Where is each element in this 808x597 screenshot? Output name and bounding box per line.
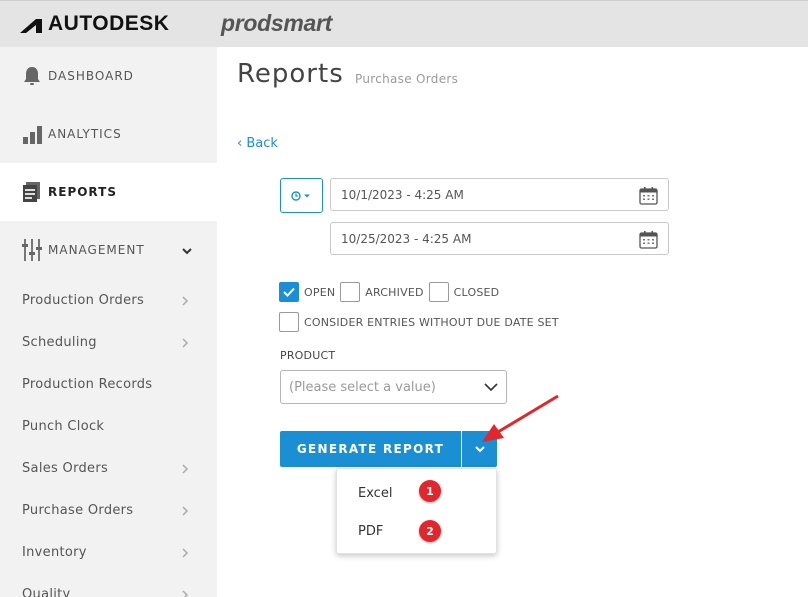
closed-label: CLOSED [453, 285, 500, 299]
chevron-right-icon [182, 296, 189, 306]
sidebar-item-sales-orders[interactable]: Sales Orders [0, 447, 217, 489]
page-title: Reports [237, 59, 344, 89]
export-format-menu: Excel PDF [336, 468, 497, 554]
sidebar-item-production-records[interactable]: Production Records [0, 363, 217, 405]
sidebar-item-reports[interactable]: REPORTS [0, 163, 217, 221]
chevron-right-icon [182, 506, 189, 516]
clock-icon [290, 190, 310, 201]
sidebar-item-label: REPORTS [48, 185, 117, 199]
sidebar-item-production-orders[interactable]: Production Orders [0, 279, 217, 321]
sidebar-item-label: DASHBOARD [48, 69, 134, 83]
archived-label: ARCHIVED [365, 285, 424, 299]
menu-item-pdf[interactable]: PDF [358, 524, 383, 539]
due-date-filter-row: CONSIDER ENTRIES WITHOUT DUE DATE SET [279, 312, 564, 332]
sidebar-item-analytics[interactable]: ANALYTICS [0, 105, 217, 163]
sidebar-item-label: ANALYTICS [48, 127, 122, 141]
report-icon [22, 181, 42, 203]
sidebar-item-inventory[interactable]: Inventory [0, 531, 217, 573]
sidebar-item-label: Punch Clock [22, 418, 105, 434]
time-preset-button[interactable] [280, 178, 323, 213]
sidebar-item-label: Sales Orders [22, 460, 109, 476]
chevron-right-icon [182, 590, 189, 597]
sidebar-item-management[interactable]: MANAGEMENT [0, 221, 217, 279]
date-to-field[interactable]: 10/25/2023 - 4:25 AM [330, 222, 669, 255]
chevron-right-icon [182, 548, 189, 558]
sidebar: DASHBOARD ANALYTICS REPORTS MANAGEMENT P… [0, 47, 217, 597]
autodesk-mark-icon [20, 18, 42, 33]
menu-item-excel[interactable]: Excel [358, 486, 392, 501]
open-checkbox[interactable] [279, 282, 299, 302]
sidebar-item-scheduling[interactable]: Scheduling [0, 321, 217, 363]
back-link[interactable]: ‹ Back [237, 136, 278, 151]
bar-chart-icon [22, 123, 42, 145]
autodesk-logo[interactable]: AUTODESK [20, 12, 170, 35]
chevron-down-icon [182, 248, 192, 255]
date-to-value: 10/25/2023 - 4:25 AM [341, 232, 472, 246]
brand-name: AUTODESK [48, 12, 170, 35]
calendar-icon[interactable] [639, 230, 658, 249]
date-from-value: 10/1/2023 - 4:25 AM [341, 188, 464, 202]
product-placeholder: (Please select a value) [289, 380, 436, 395]
date-from-field[interactable]: 10/1/2023 - 4:25 AM [330, 178, 669, 211]
sidebar-item-label: Inventory [22, 544, 87, 560]
sidebar-item-label: MANAGEMENT [48, 243, 145, 257]
sidebar-item-quality[interactable]: Quality [0, 573, 217, 597]
generate-report-label: GENERATE REPORT [296, 442, 445, 456]
generate-report-button[interactable]: GENERATE REPORT [280, 431, 461, 467]
step-badge-2: 2 [419, 520, 441, 542]
sidebar-item-label: Quality [22, 586, 71, 597]
annotation-arrow-icon [482, 394, 559, 442]
no-due-date-checkbox[interactable] [279, 312, 299, 332]
open-label: OPEN [304, 285, 336, 299]
no-due-date-label: CONSIDER ENTRIES WITHOUT DUE DATE SET [304, 315, 559, 329]
product-label: PRODUCT [280, 349, 336, 362]
status-filter-row: OPEN ARCHIVED CLOSED [279, 282, 504, 302]
calendar-icon[interactable] [639, 186, 658, 205]
sidebar-item-label: Production Records [22, 376, 153, 392]
checkmark-icon [283, 287, 295, 297]
product-name: prodsmart [221, 10, 333, 36]
sliders-icon [22, 239, 42, 261]
sidebar-item-punch-clock[interactable]: Punch Clock [0, 405, 217, 447]
chevron-right-icon [182, 338, 189, 348]
closed-checkbox[interactable] [428, 282, 449, 302]
sidebar-item-label: Scheduling [22, 334, 97, 350]
sidebar-item-label: Production Orders [22, 292, 145, 308]
chevron-right-icon [182, 464, 189, 474]
step-badge-1: 1 [419, 480, 441, 502]
sidebar-item-label: Purchase Orders [22, 502, 134, 518]
top-bar: AUTODESK prodsmart [0, 0, 808, 47]
sidebar-item-purchase-orders[interactable]: Purchase Orders [0, 489, 217, 531]
page-subtitle: Purchase Orders [355, 72, 459, 86]
bell-icon [22, 65, 42, 87]
sidebar-item-dashboard[interactable]: DASHBOARD [0, 47, 217, 105]
archived-checkbox[interactable] [340, 282, 361, 302]
